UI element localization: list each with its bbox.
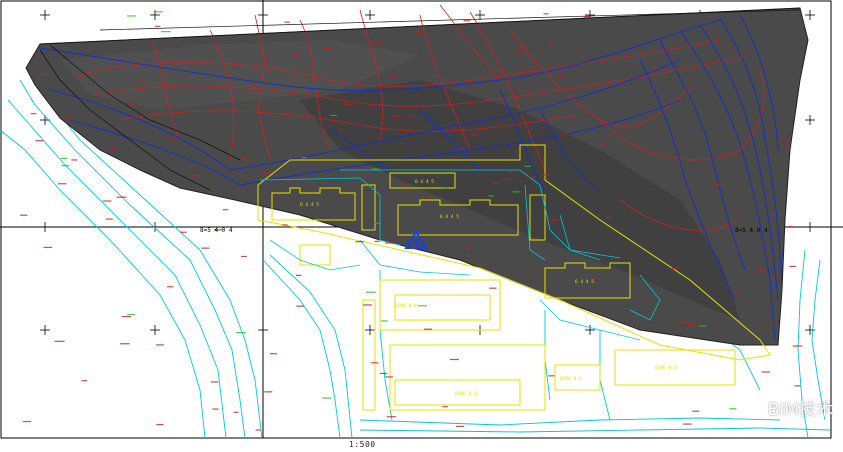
cad-canvas[interactable]: 8=5 4 0 4 8=5 4 0 4 6 4 4 5 6 4 4 5 6 4 … [0, 0, 843, 452]
building-label: BIM6 0 0 [395, 303, 417, 309]
building-label: BIM6 0 0 [455, 391, 477, 397]
wechat-icon [741, 398, 763, 416]
scale-label: 1:500 [349, 440, 376, 449]
cad-drawing-viewport[interactable]: 8=5 4 0 4 8=5 4 0 4 6 4 4 5 6 4 4 5 6 4 … [0, 0, 843, 452]
watermark: BIM技术 [741, 395, 833, 420]
watermark-text: BIM技术 [767, 400, 833, 420]
crosshair-label-left: 8=5 4 0 4 [200, 227, 233, 234]
building-label: BIM6 0 0 [655, 365, 677, 371]
building-label: 6 4 4 5 [300, 202, 319, 208]
crosshair-label-right: 8=5 4 0 4 [735, 227, 768, 234]
building-label: 6 4 4 5 [415, 179, 434, 185]
building-label: 6 4 4 5 [440, 214, 459, 220]
building-label: 6 4 4 5 [575, 279, 594, 285]
building-label: BIM6 0 0 [560, 376, 582, 382]
